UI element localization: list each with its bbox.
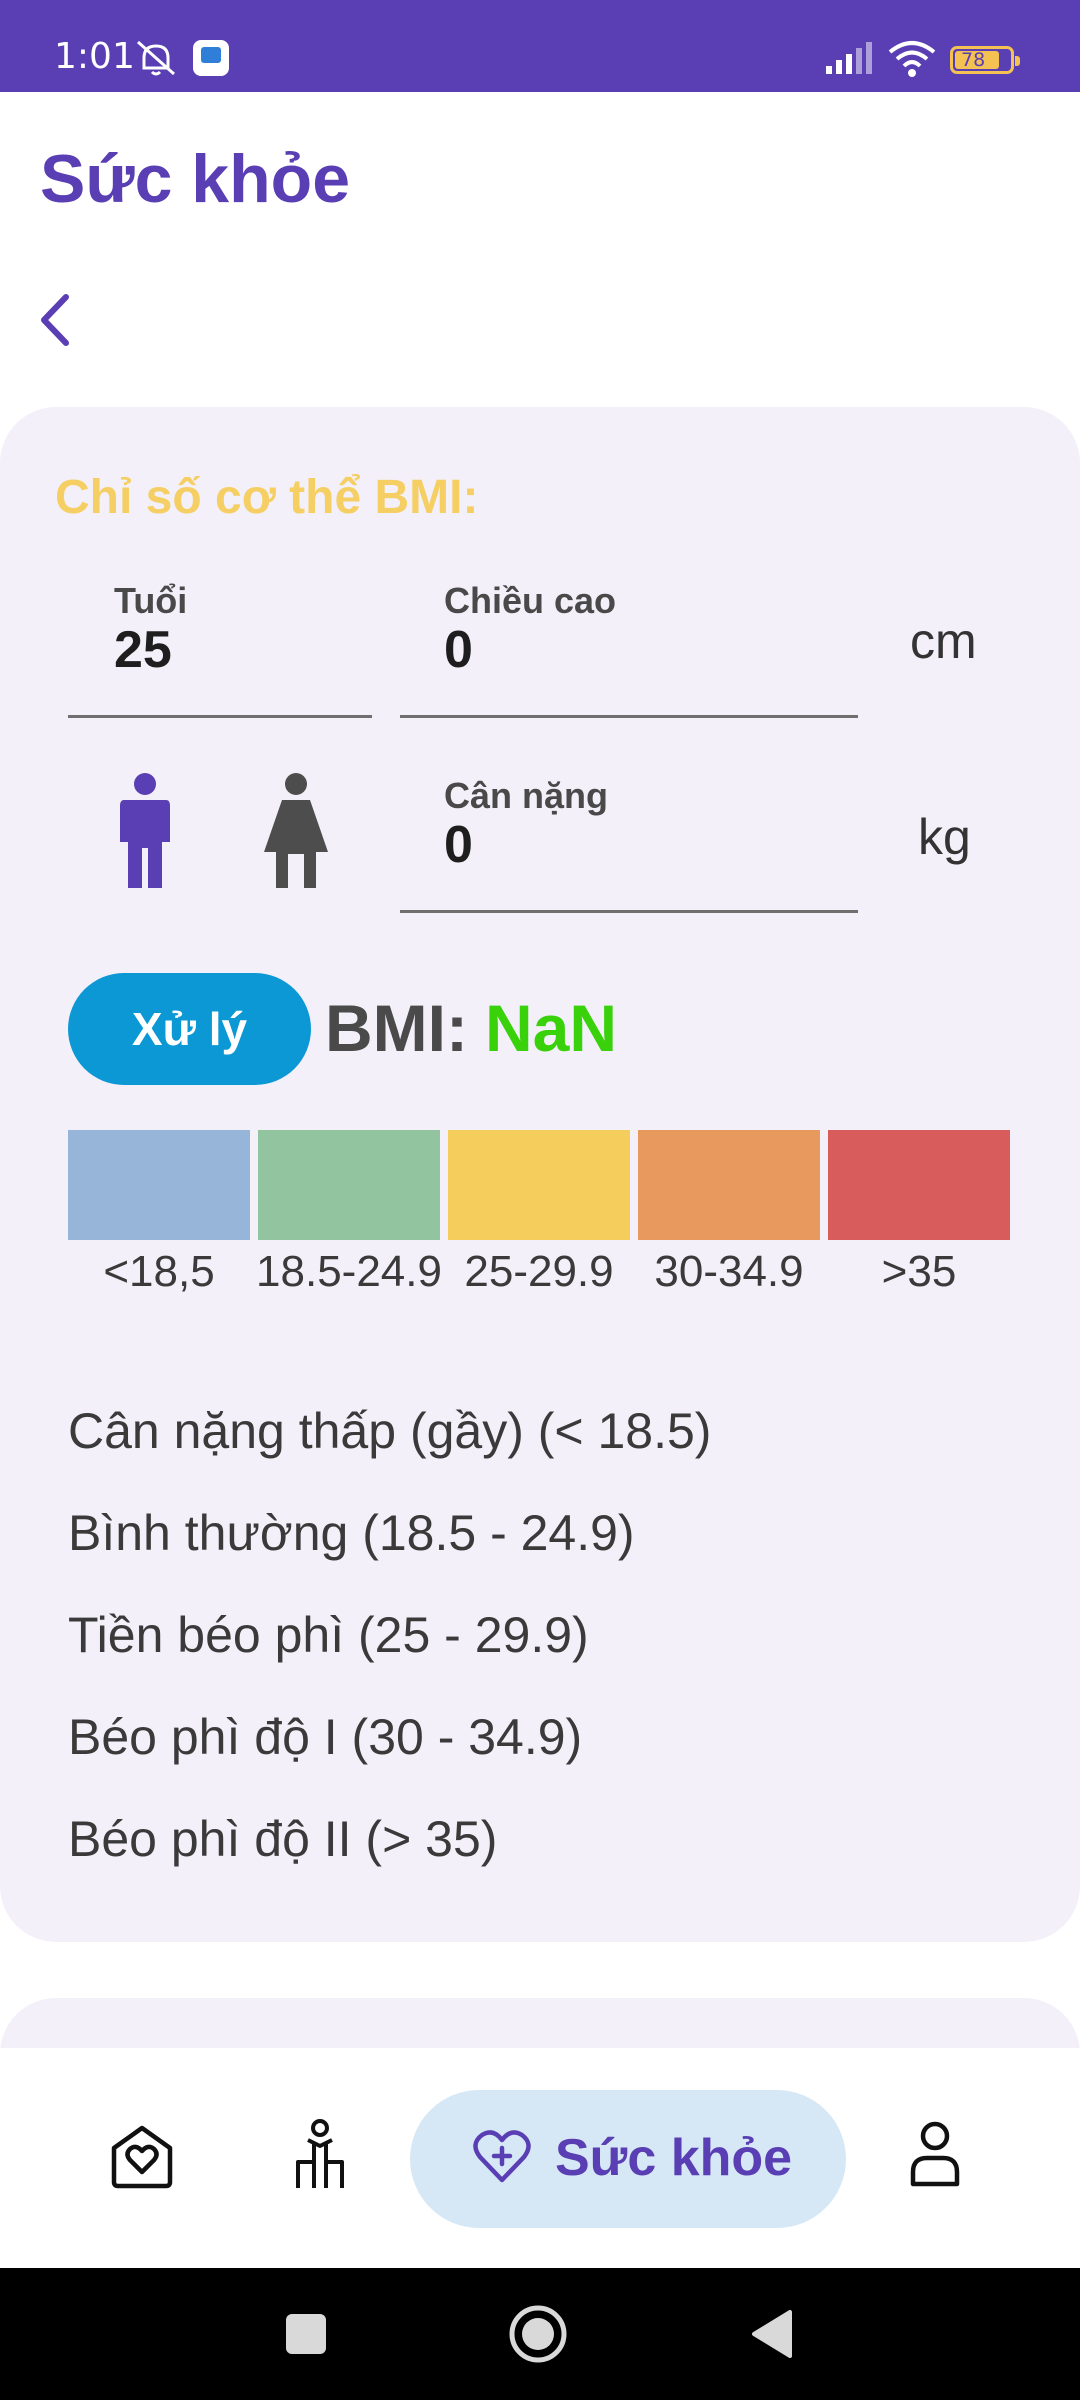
female-icon[interactable] [258, 772, 334, 890]
status-time: 1:01 [54, 36, 135, 77]
category-underweight: Cân nặng thấp (gầy) (< 18.5) [68, 1403, 712, 1459]
scale-label-normal: 18.5-24.9 [256, 1247, 442, 1296]
page-title: Sức khỏe [40, 141, 351, 217]
age-input[interactable]: 25 [114, 620, 172, 680]
scale-label-overweight: 25-29.9 [464, 1247, 614, 1296]
signal-icon [826, 42, 872, 74]
category-pre-obese: Tiền béo phì (25 - 29.9) [68, 1607, 589, 1663]
category-normal: Bình thường (18.5 - 24.9) [68, 1505, 635, 1561]
weight-label: Cân nặng [444, 775, 609, 816]
system-back-button[interactable] [750, 2308, 794, 2360]
wifi-icon [888, 41, 936, 77]
age-label: Tuổi [114, 580, 188, 621]
male-icon[interactable] [110, 772, 180, 890]
app-notification-icon [193, 40, 229, 76]
battery-icon: 78 [950, 46, 1020, 74]
scale-bar-overweight [448, 1130, 630, 1240]
weight-unit: kg [918, 809, 971, 865]
chevron-left-icon [41, 294, 69, 346]
bmi-result-label: BMI: [325, 991, 468, 1065]
scale-label-obese-2: >35 [881, 1247, 957, 1296]
height-input[interactable]: 0 [444, 620, 473, 680]
back-button[interactable] [30, 285, 90, 355]
scale-bar-underweight [68, 1130, 250, 1240]
age-field[interactable]: Tuổi 25 [68, 570, 372, 718]
category-obese-2: Béo phì độ II (> 35) [68, 1811, 498, 1867]
nav-health-label: Sức khỏe [555, 2129, 793, 2187]
mute-icon [137, 40, 175, 76]
height-label: Chiều cao [444, 580, 617, 621]
nav-exercise-icon[interactable] [288, 2118, 352, 2190]
scale-label-underweight: <18,5 [103, 1247, 215, 1296]
weight-field[interactable]: Cân nặng 0 [400, 765, 858, 913]
scale-bar-obese-2 [828, 1130, 1010, 1240]
scale-label-obese-1: 30-34.9 [654, 1247, 804, 1296]
category-obese-1: Béo phì độ I (30 - 34.9) [68, 1709, 583, 1765]
height-field[interactable]: Chiều cao 0 [400, 570, 858, 718]
process-button[interactable]: Xử lý [68, 973, 311, 1085]
scale-bar-obese-1 [638, 1130, 820, 1240]
status-bar: 1:01 78 [0, 0, 1080, 92]
battery-level: 78 [961, 49, 986, 71]
nav-health-tab[interactable]: Sức khỏe [410, 2090, 846, 2228]
height-unit: cm [910, 613, 977, 669]
nav-profile-icon[interactable] [908, 2120, 962, 2188]
heart-plus-icon [473, 2130, 531, 2183]
bmi-result-value: NaN [485, 991, 618, 1065]
section-title: Chỉ số cơ thể BMI: [55, 471, 479, 524]
recents-button[interactable] [286, 2314, 326, 2354]
weight-input[interactable]: 0 [444, 815, 473, 875]
home-button[interactable] [508, 2304, 568, 2364]
scale-bar-normal [258, 1130, 440, 1240]
nav-home-icon[interactable] [108, 2122, 176, 2190]
